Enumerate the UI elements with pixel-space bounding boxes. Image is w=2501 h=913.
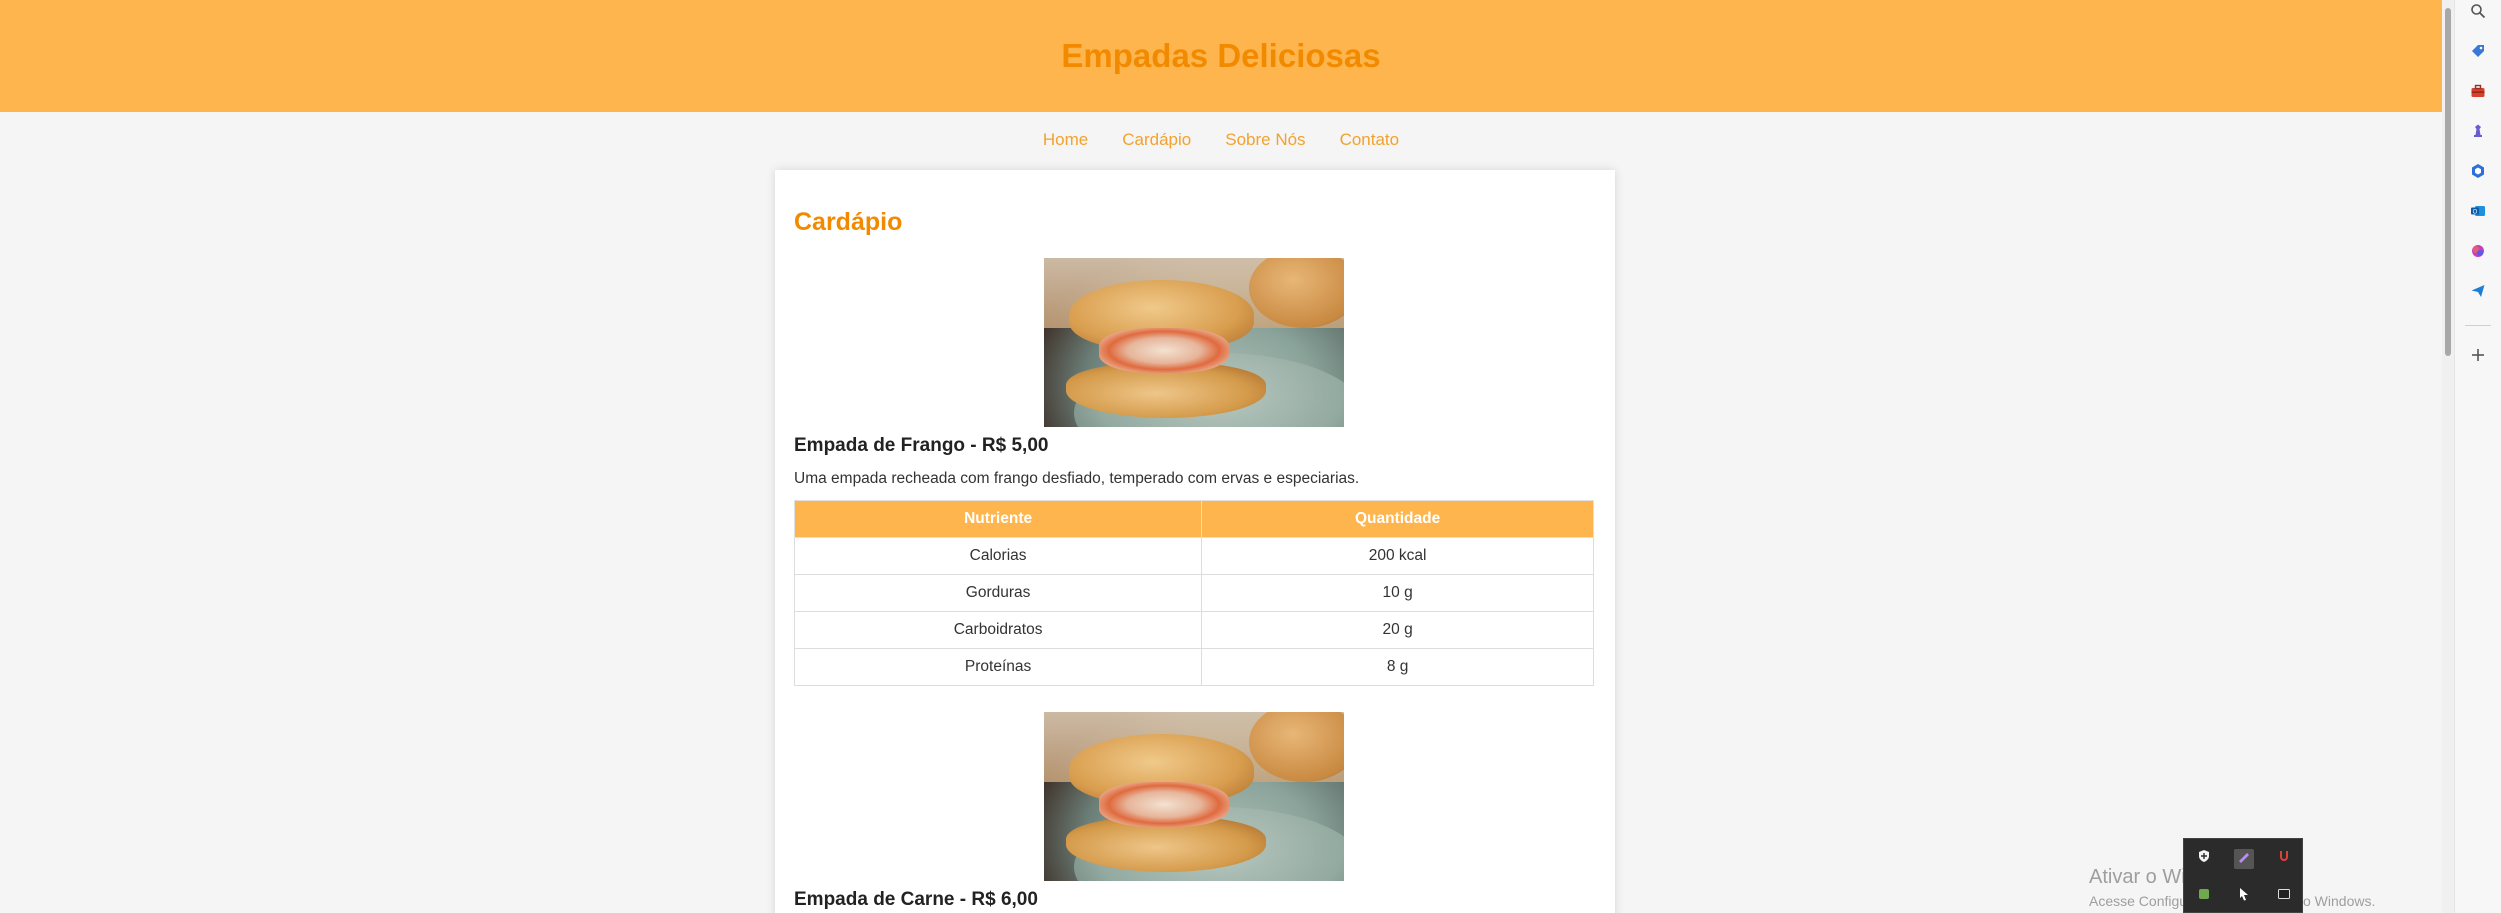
site-title: Empadas Deliciosas <box>1061 37 1381 74</box>
menu-section: Cardápio Empada de Frango - R$ 5,00 Uma … <box>775 170 1615 913</box>
sidebar-divider <box>2465 325 2491 326</box>
table-cell: Carboidratos <box>793 611 1203 649</box>
product-card: Empada de Frango - R$ 5,00 Uma empada re… <box>793 258 1594 686</box>
send-icon[interactable] <box>2468 283 2488 303</box>
main-nav: Home Cardápio Sobre Nós Contato <box>0 112 2442 168</box>
column-header: Quantidade <box>1201 500 1594 538</box>
table-cell: 10 g <box>1201 574 1594 612</box>
app-icon[interactable] <box>2194 887 2214 907</box>
scrollbar-thumb[interactable] <box>2445 8 2451 356</box>
pen-icon[interactable] <box>2234 849 2254 869</box>
table-row: Proteínas 8 g <box>793 648 1594 686</box>
product-name: Empada de Carne - R$ 6,00 <box>794 889 1038 910</box>
nav-link-home[interactable]: Home <box>1026 130 1105 150</box>
nav-link-contato[interactable]: Contato <box>1323 130 1417 150</box>
section-title: Cardápio <box>794 208 903 236</box>
add-icon[interactable] <box>2468 348 2488 368</box>
chess-icon[interactable] <box>2468 123 2488 143</box>
table-row: Calorias 200 kcal <box>793 537 1594 575</box>
system-tray-popup <box>2183 838 2303 913</box>
table-row: Gorduras 10 g <box>793 574 1594 612</box>
product-card: Empada de Carne - R$ 6,00 <box>794 712 1594 911</box>
vertical-scrollbar[interactable] <box>2442 0 2454 913</box>
browser-sidebar: O <box>2454 0 2501 913</box>
table-cell: 20 g <box>1201 611 1594 649</box>
copilot-icon[interactable] <box>2468 243 2488 263</box>
nav-link-sobre-nos[interactable]: Sobre Nós <box>1208 130 1322 150</box>
search-icon[interactable] <box>2468 3 2488 23</box>
table-row: Carboidratos 20 g <box>793 611 1594 649</box>
app-icon[interactable] <box>2274 887 2294 907</box>
product-name: Empada de Frango - R$ 5,00 <box>794 435 1049 456</box>
cursor-icon[interactable] <box>2234 887 2254 907</box>
nutrition-table: Nutriente Quantidade Calorias 200 kcal G… <box>793 500 1594 686</box>
shield-icon[interactable] <box>2194 849 2214 869</box>
table-cell: Gorduras <box>793 574 1203 612</box>
office-icon[interactable] <box>2468 163 2488 183</box>
table-cell: 8 g <box>1201 648 1594 686</box>
browser-viewport: Empadas Deliciosas Home Cardápio Sobre N… <box>0 0 2442 913</box>
site-header: Empadas Deliciosas <box>0 0 2442 112</box>
nav-link-cardapio[interactable]: Cardápio <box>1105 130 1208 150</box>
table-header-row: Nutriente Quantidade <box>793 500 1594 538</box>
tag-icon[interactable] <box>2468 43 2488 63</box>
magnet-icon[interactable] <box>2274 849 2294 869</box>
product-image <box>1044 712 1344 881</box>
table-cell: Proteínas <box>793 648 1203 686</box>
column-header: Nutriente <box>793 500 1203 538</box>
outlook-icon[interactable]: O <box>2468 203 2488 223</box>
product-image <box>1044 258 1344 427</box>
toolbox-icon[interactable] <box>2468 83 2488 103</box>
table-cell: 200 kcal <box>1201 537 1594 575</box>
table-cell: Calorias <box>793 537 1203 575</box>
svg-text:O: O <box>2473 210 2478 216</box>
product-description: Uma empada recheada com frango desfiado,… <box>794 470 1360 487</box>
